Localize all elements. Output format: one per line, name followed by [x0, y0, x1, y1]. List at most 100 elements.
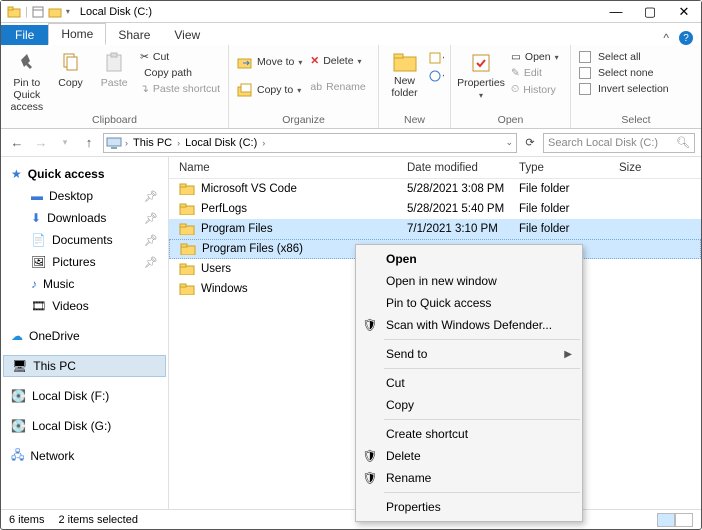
refresh-button[interactable]: ⟳ — [521, 136, 539, 149]
disk-icon: 💽 — [11, 389, 26, 403]
sidebar-item-downloads[interactable]: ⬇Downloads📌︎ — [3, 207, 166, 229]
ctx-create-shortcut[interactable]: Create shortcut — [356, 423, 582, 445]
edit-button[interactable]: ✎Edit — [509, 65, 561, 81]
file-date: 5/28/2021 5:40 PM — [397, 203, 509, 215]
status-bar: 6 items 2 items selected — [1, 509, 701, 529]
nav-recent-dropdown[interactable]: ▾ — [55, 137, 75, 148]
tab-home[interactable]: Home — [48, 23, 106, 45]
chevron-right-icon[interactable]: › — [176, 138, 181, 148]
scissors-icon: ✂ — [140, 51, 149, 63]
table-row[interactable]: PerfLogs5/28/2021 5:40 PMFile folder — [169, 199, 701, 219]
qat-dropdown[interactable]: ▾ — [66, 7, 70, 16]
sidebar-disk-g[interactable]: 💽Local Disk (G:) — [3, 415, 166, 437]
col-date[interactable]: Date modified — [397, 162, 509, 174]
qat-properties-icon[interactable] — [32, 6, 44, 18]
sidebar-onedrive[interactable]: ☁OneDrive — [3, 325, 166, 347]
breadcrumb-dropdown[interactable]: ⌄ — [504, 137, 514, 148]
easy-access-icon[interactable]: ▾ — [428, 69, 444, 83]
videos-icon: 🎞 — [31, 299, 46, 313]
group-label-open: Open — [457, 114, 564, 128]
status-selected-count: 2 items selected — [58, 514, 137, 526]
edit-icon: ✎ — [511, 67, 520, 79]
cut-button[interactable]: ✂Cut — [138, 49, 222, 65]
search-input[interactable]: Search Local Disk (C:) 🔍︎ — [543, 133, 695, 153]
invert-selection-button[interactable]: Invert selection — [577, 81, 671, 97]
history-icon: ⏲ — [511, 83, 519, 96]
rename-icon: ab — [310, 81, 322, 93]
sidebar-quick-access[interactable]: ★Quick access — [3, 163, 166, 185]
file-type: File folder — [509, 223, 609, 235]
nav-sidebar: ★Quick access ▬Desktop📌︎ ⬇Downloads📌︎ 📄D… — [1, 157, 169, 509]
tab-file[interactable]: File — [1, 25, 48, 45]
column-headers: Name Date modified Type Size — [169, 157, 701, 179]
ctx-send-to[interactable]: Send to▶ — [356, 343, 582, 365]
view-details-button[interactable] — [657, 513, 675, 527]
breadcrumb-disk[interactable]: Local Disk (C:) — [183, 137, 259, 149]
ribbon-collapse-icon[interactable]: ^ — [663, 31, 669, 45]
table-row[interactable]: Microsoft VS Code5/28/2021 3:08 PMFile f… — [169, 179, 701, 199]
history-button[interactable]: ⏲History — [509, 81, 561, 98]
address-bar-row: ← → ▾ ↑ › This PC › Local Disk (C:) › ⌄ … — [1, 129, 701, 157]
sidebar-item-videos[interactable]: 🎞Videos — [3, 295, 166, 317]
rename-button[interactable]: abRename — [308, 79, 367, 95]
documents-icon: 📄 — [31, 233, 46, 247]
nav-up-button[interactable]: ↑ — [79, 135, 99, 150]
nav-back-button[interactable]: ← — [7, 135, 27, 150]
sidebar-network[interactable]: 🖧Network — [3, 445, 166, 467]
pin-quick-access-button[interactable]: Pin to Quick access — [7, 47, 47, 113]
sidebar-disk-f[interactable]: 💽Local Disk (F:) — [3, 385, 166, 407]
sidebar-item-documents[interactable]: 📄Documents📌︎ — [3, 229, 166, 251]
sidebar-item-music[interactable]: ♪Music — [3, 273, 166, 295]
ctx-scan-defender[interactable]: 🛡Scan with Windows Defender... — [356, 314, 582, 336]
minimize-button[interactable]: — — [599, 1, 633, 23]
paste-shortcut-button[interactable]: ↴Paste shortcut — [138, 81, 222, 97]
breadcrumb[interactable]: › This PC › Local Disk (C:) › ⌄ — [103, 133, 517, 153]
properties-button[interactable]: Properties — [457, 47, 505, 101]
open-button[interactable]: ▭Open — [509, 49, 561, 65]
tab-share[interactable]: Share — [106, 25, 162, 45]
ctx-rename[interactable]: 🛡Rename — [356, 467, 582, 489]
tab-view[interactable]: View — [162, 25, 212, 45]
sidebar-item-desktop[interactable]: ▬Desktop📌︎ — [3, 185, 166, 207]
copy-path-button[interactable]: Copy path — [138, 65, 222, 81]
file-date: 5/28/2021 3:08 PM — [397, 183, 509, 195]
nav-forward-button[interactable]: → — [31, 135, 51, 150]
chevron-right-icon[interactable]: › — [261, 138, 266, 148]
ctx-separator — [384, 339, 580, 340]
sidebar-item-pictures[interactable]: 🖼Pictures📌︎ — [3, 251, 166, 273]
move-to-button[interactable]: Move to — [235, 53, 304, 71]
ctx-open-new-window[interactable]: Open in new window — [356, 270, 582, 292]
help-icon[interactable]: ? — [679, 31, 693, 45]
ctx-cut[interactable]: Cut — [356, 372, 582, 394]
breadcrumb-this-pc[interactable]: This PC — [131, 137, 174, 149]
paste-button[interactable]: Paste — [94, 47, 134, 89]
col-size[interactable]: Size — [609, 162, 701, 174]
maximize-button[interactable]: ▢ — [633, 1, 667, 23]
copy-to-button[interactable]: Copy to — [235, 81, 304, 99]
ctx-properties[interactable]: Properties — [356, 496, 582, 518]
chevron-right-icon[interactable]: › — [124, 138, 129, 148]
copy-button[interactable]: Copy — [51, 47, 91, 89]
col-name[interactable]: Name — [169, 162, 397, 174]
close-button[interactable]: ✕ — [667, 1, 701, 23]
select-all-button[interactable]: Select all — [577, 49, 671, 65]
pc-icon: 🖥 — [12, 359, 27, 373]
sidebar-this-pc[interactable]: 🖥This PC — [3, 355, 166, 377]
select-none-button[interactable]: Select none — [577, 65, 671, 81]
file-name: Windows — [201, 283, 248, 295]
col-type[interactable]: Type — [509, 162, 609, 174]
qat-newfolder-icon[interactable] — [48, 6, 62, 18]
file-type: File folder — [509, 183, 609, 195]
downloads-icon: ⬇ — [31, 211, 41, 225]
ctx-open[interactable]: Open — [356, 248, 582, 270]
ctx-delete[interactable]: 🛡Delete — [356, 445, 582, 467]
ctx-copy[interactable]: Copy — [356, 394, 582, 416]
new-item-icon[interactable]: ▾ — [428, 51, 444, 65]
ctx-pin-quick-access[interactable]: Pin to Quick access — [356, 292, 582, 314]
view-large-icons-button[interactable] — [675, 513, 693, 527]
pin-icon: 📌︎ — [144, 190, 158, 203]
delete-button[interactable]: ✕Delete — [308, 53, 367, 69]
table-row[interactable]: Program Files7/1/2021 3:10 PMFile folder — [169, 219, 701, 239]
new-folder-button[interactable]: New folder — [385, 47, 424, 99]
pictures-icon: 🖼 — [31, 255, 46, 269]
